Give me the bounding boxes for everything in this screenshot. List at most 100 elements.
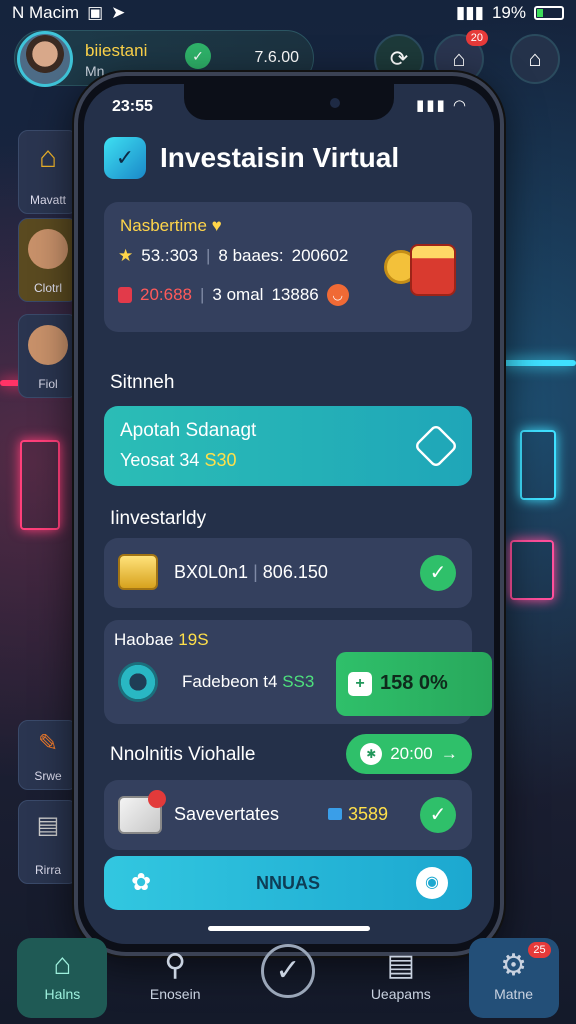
profile-balance: 7.6.00 [254,49,299,66]
nav-center[interactable]: ✓ [243,938,333,1018]
stat1-extra: 200602 [291,246,349,265]
side-tile-1[interactable]: ⌂ Mavatt [18,130,78,214]
holding-value: 806.150 [262,562,328,582]
chat-icon: ◉ [416,867,448,899]
promo-sub-value: S30 [204,450,237,470]
stat2-label: 3 omal [212,285,264,304]
star-icon: ★ [118,246,134,265]
summary-row-1: ★ 53.:303 | 8 baaes: 200602 [118,246,348,266]
battery-percent: 19% [491,3,526,22]
status-left-text: N Macim [12,3,80,22]
nav-label: Ueapams [370,986,431,1002]
featured-name-value: SS3 [282,672,315,691]
summary-row-2: 20:688 | 3 omal 13886 ◡ [118,284,349,306]
stat1-value: 53.:303 [141,246,198,265]
small-pill-value: 20:00 [390,744,433,763]
summary-card[interactable]: Nasbertime ♥ ★ 53.:303 | 8 baaes: 200602… [104,202,472,332]
house-icon: ⌂ [38,141,58,174]
phone-notch [184,84,394,120]
machine-icon: ▤ [36,812,60,839]
sparkle-icon: ✱ [360,743,383,765]
section-title-1: Sitnneh [110,372,175,393]
neon-sign-right [520,430,556,500]
savings-card[interactable]: Savevertates 3589 ✓ [104,780,472,850]
phone-time: 23:55 [112,98,153,115]
neon-sign-left [20,440,60,530]
section-title-2: Iinvestarldy [110,508,207,529]
send-icon: ➤ [111,3,126,22]
battery-icon [534,6,564,20]
search-icon: ⚲ [164,949,187,982]
disc-icon [118,662,158,702]
divider: | [205,246,211,265]
arrow-diamond-icon[interactable] [413,423,459,469]
side-tile-3[interactable]: Fiol [18,314,78,398]
divider: | [253,562,258,582]
featured-name: Fadebeon t4 SS3 [182,672,314,692]
treasure-chest-icon [384,242,458,302]
heart-icon: ♥ [211,216,222,235]
wallet-icon [118,287,132,303]
stat2-extra: 13886 [271,285,319,304]
featured-return-button[interactable]: + 158 0% [336,652,492,716]
cta-button[interactable]: ✿ NNUAS ◉ [104,856,472,910]
avatar[interactable] [17,31,73,87]
check-icon[interactable]: ✓ [420,555,456,591]
house-icon[interactable]: ⌂ [510,34,560,84]
side-tile-5[interactable]: ▤ Rirra [18,800,78,884]
savings-value: 3589 [328,804,388,825]
savings-box-icon [118,790,166,834]
side-tile-2[interactable]: Clotrl [18,218,78,302]
nav-search[interactable]: ⚲ Enosein [130,938,220,1018]
stat1-label: 8 baaes: [218,246,284,265]
app-logo-icon: ✓ [104,137,146,179]
nav-label: Halns [44,986,81,1002]
nav-reports[interactable]: ▤ Ueapams [356,938,446,1018]
featured-title-prefix: Haobae [114,630,174,649]
side-tile-4[interactable]: ✎ Srwe [18,720,78,790]
nav-label: Matne [494,986,534,1002]
stat2-value: 20:688 [140,285,192,304]
gold-bars-icon [118,554,158,590]
nav-badge: 25 [528,942,551,958]
character-icon [28,229,68,269]
nav-home[interactable]: ⌂ Halns [17,938,108,1018]
featured-title-value: 19S [178,630,209,649]
neon-sign-right-2 [510,540,554,600]
flower-icon: ✿ [130,869,152,896]
home-indicator[interactable] [208,926,370,931]
divider: | [200,285,205,304]
featured-card[interactable]: Haobae 19S Fadebeon t4 SS3 + 158 0% [104,620,492,724]
promo-sub-prefix: Yeosat 34 [120,450,200,470]
holding-card[interactable]: BX0L0n1 | 806.150 ✓ [104,538,472,608]
profile-name: biiestani [85,41,148,60]
neon-strip-right [500,360,576,366]
bottom-nav: ⌂ Halns ⚲ Enosein ✓ ▤ Ueapams ⚙ Matne 25 [0,932,576,1024]
featured-name-text: Fadebeon t4 [182,672,278,691]
featured-title: Haobae 19S [114,630,209,650]
app-header: ✓ Investaisin Virtual [104,136,399,180]
promo-title: Apotah Sdanagt [120,420,257,441]
signal-icon: ▮▮▮ [455,3,484,22]
check-icon[interactable]: ✓ [420,797,456,833]
app-title: Investaisin Virtual [160,142,400,173]
character-icon [28,325,68,365]
side-tile-label: Srwe [34,769,62,783]
edit-icon: ✎ [37,730,59,757]
summary-title: Nasbertime ♥ [120,216,222,236]
side-tile-label: Mavatt [29,193,66,207]
promo-card[interactable]: Apotah Sdanagt Yeosat 34 S30 [104,406,472,486]
side-tile-label: Rirra [35,863,61,877]
nav-label: Enosein [149,986,201,1002]
holding-name: BX0L0n1 [174,562,249,582]
plus-icon: + [348,672,372,696]
status-bar: N Macim ▣ ➤ ▮▮▮ 19% [0,0,576,26]
smile-coin-icon: ◡ [326,284,349,306]
nav-settings[interactable]: ⚙ Matne 25 [468,938,559,1018]
home-icon: ⌂ [53,948,72,981]
clipboard-icon: ▤ [386,949,415,982]
small-action-button[interactable]: ✱ 20:00 → [346,734,472,774]
summary-title-text: Nasbertime [120,216,207,235]
savings-name: Savevertates [174,804,280,824]
cta-label: NNUAS [255,873,320,893]
